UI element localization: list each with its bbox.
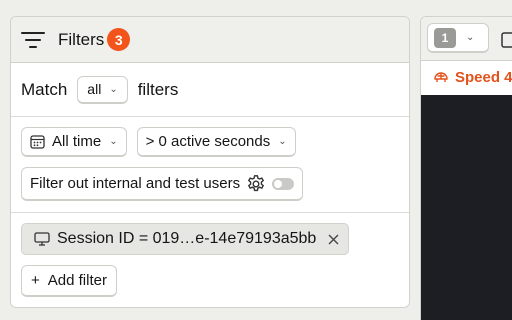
filters-header[interactable]: Filters 3 <box>11 17 409 63</box>
speed-label: Speed 4 <box>455 69 512 86</box>
window-icon[interactable] <box>501 31 512 54</box>
match-select-value: all <box>87 81 102 97</box>
match-select[interactable]: all ⌄ <box>77 75 128 104</box>
filter-internal-users-label: Filter out internal and test users <box>30 175 241 192</box>
page-select[interactable]: 1 ⌄ <box>427 23 489 53</box>
player-viewport[interactable] <box>421 95 512 320</box>
speed-indicator: Speed 4 <box>433 69 512 86</box>
player-toolbar: 1 ⌄ <box>421 17 512 61</box>
chevron-down-icon: ⌄ <box>278 136 287 147</box>
calendar-icon <box>30 134 45 149</box>
chevron-down-icon: ⌄ <box>466 32 475 43</box>
filters-count-badge: 3 <box>107 28 131 51</box>
chevron-down-icon: ⌄ <box>109 83 118 95</box>
internal-users-switch[interactable] <box>272 177 295 190</box>
page-number: 1 <box>434 27 456 48</box>
close-icon[interactable] <box>328 234 339 245</box>
match-label: Match <box>21 79 68 99</box>
date-range-value: All time <box>52 133 102 150</box>
match-row: Match all ⌄ filters <box>11 63 409 117</box>
monitor-icon <box>34 231 50 247</box>
property-filters-section: Session ID = 019…e-14e79193a5bb + Add fi… <box>11 213 409 297</box>
player-panel: 1 ⌄ Speed 4 <box>420 16 512 320</box>
session-id-filter-text: Session ID = 019…e-14e79193a5bb <box>57 230 317 247</box>
time-filters-section: All time ⌄ > 0 active seconds ⌄ Filter o… <box>11 117 409 213</box>
add-filter-label: Add filter <box>47 272 107 289</box>
filters-panel: Filters 3 Match all ⌄ filters All time ⌄… <box>10 16 410 308</box>
tortoise-icon <box>434 71 448 82</box>
gear-icon[interactable] <box>246 174 266 194</box>
filter-internal-users-toggle[interactable]: Filter out internal and test users <box>21 167 304 201</box>
active-seconds-value: > 0 active seconds <box>145 133 271 150</box>
filter-lines-icon <box>21 29 47 51</box>
active-seconds-select[interactable]: > 0 active seconds ⌄ <box>136 127 296 157</box>
add-filter-button[interactable]: + Add filter <box>21 265 117 297</box>
filters-title: Filters <box>58 29 105 49</box>
plus-icon: + <box>31 272 40 289</box>
session-id-filter-chip[interactable]: Session ID = 019…e-14e79193a5bb <box>21 223 350 255</box>
chevron-down-icon: ⌄ <box>109 136 118 147</box>
match-suffix: filters <box>137 79 179 99</box>
date-range-select[interactable]: All time ⌄ <box>21 127 127 157</box>
